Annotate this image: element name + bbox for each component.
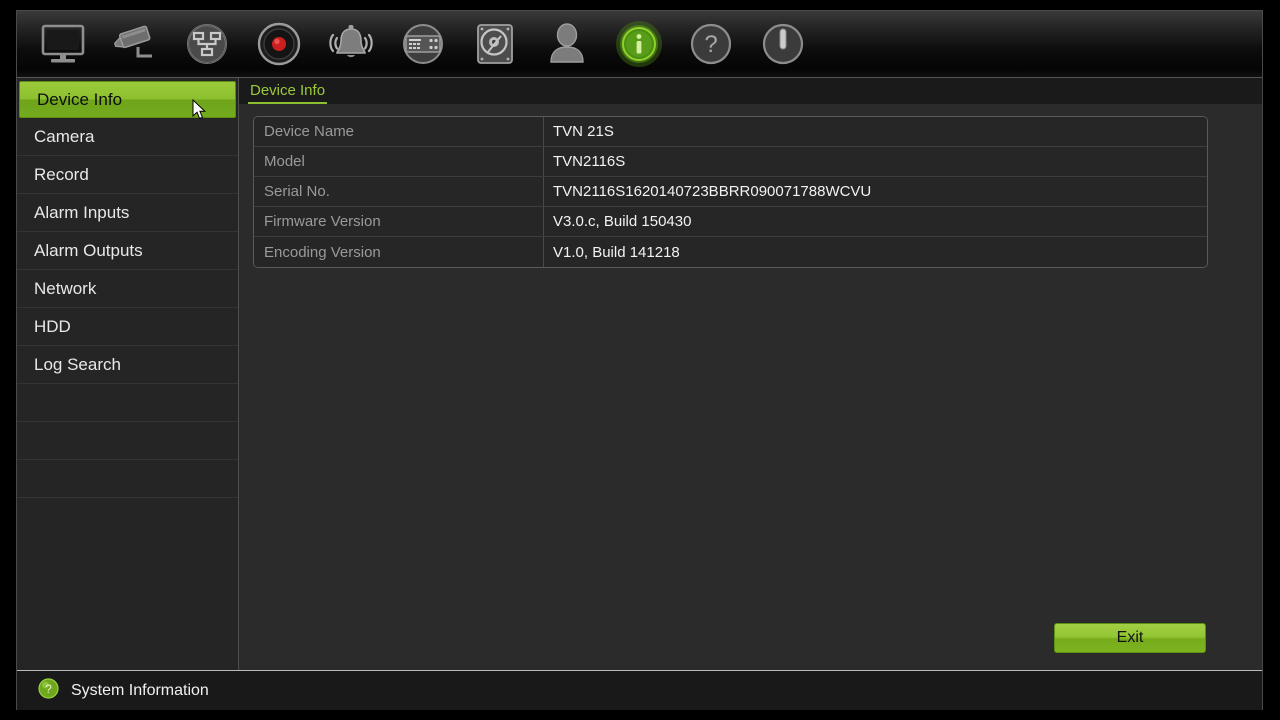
network-icon[interactable]	[179, 17, 234, 72]
sidebar-empty-row	[17, 422, 238, 460]
exit-button[interactable]: Exit	[1054, 623, 1206, 653]
sidebar-item-alarm-outputs[interactable]: Alarm Outputs	[17, 232, 238, 270]
exit-button-wrapper: Exit	[1054, 623, 1206, 653]
sidebar-item-label: HDD	[34, 316, 71, 336]
sidebar-item-label: Camera	[34, 126, 95, 146]
sidebar-item-log-search[interactable]: Log Search	[17, 346, 238, 384]
device-info-table: Device Name TVN 21S Model TVN2116S Seria…	[253, 116, 1208, 268]
row-value: TVN2116S	[553, 153, 626, 170]
row-label: Encoding Version	[254, 237, 544, 267]
table-row: Firmware Version V3.0.c, Build 150430	[254, 207, 1207, 237]
window-body: Device Info Camera Record Alarm Inputs A…	[17, 78, 1262, 670]
row-label: Firmware Version	[254, 207, 544, 236]
sidebar-item-label: Device Info	[37, 89, 123, 109]
power-icon[interactable]	[755, 17, 810, 72]
svg-text:?: ?	[704, 31, 717, 58]
row-value: TVN2116S1620140723BBRR090071788WCVU	[553, 183, 872, 200]
row-value: TVN 21S	[553, 123, 614, 140]
sidebar-item-camera[interactable]: Camera	[17, 118, 238, 156]
sidebar-item-hdd[interactable]: HDD	[17, 308, 238, 346]
table-row: Encoding Version V1.0, Build 141218	[254, 237, 1207, 267]
sidebar-empty-row	[17, 384, 238, 422]
sidebar-item-label: Network	[34, 278, 97, 298]
record-icon[interactable]	[251, 17, 306, 72]
tab-device-info[interactable]: Device Info	[248, 82, 328, 104]
camera-icon[interactable]	[107, 17, 162, 72]
info-icon[interactable]	[611, 17, 666, 72]
sidebar-item-label: Alarm Outputs	[34, 240, 143, 260]
main-toolbar: ?	[17, 11, 1262, 78]
row-label: Serial No.	[254, 177, 544, 206]
sidebar: Device Info Camera Record Alarm Inputs A…	[17, 78, 239, 670]
row-label: Device Name	[254, 117, 544, 146]
row-label: Model	[254, 147, 544, 176]
sidebar-item-record[interactable]: Record	[17, 156, 238, 194]
display-icon[interactable]	[35, 17, 90, 72]
status-bar: ? System Information	[17, 670, 1262, 710]
help-status-icon[interactable]: ?	[38, 677, 59, 704]
sidebar-item-label: Alarm Inputs	[34, 202, 130, 222]
device-info-window: ? Device Info Camera Record Alarm Inputs…	[16, 10, 1263, 710]
table-row: Model TVN2116S	[254, 147, 1207, 177]
tab-bar: Device Info	[239, 78, 1262, 104]
content-area: Device Info Device Name TVN 21S Model TV…	[239, 78, 1262, 670]
help-icon[interactable]: ?	[683, 17, 738, 72]
table-row: Device Name TVN 21S	[254, 117, 1207, 147]
row-value: V3.0.c, Build 150430	[553, 213, 692, 230]
sidebar-item-label: Record	[34, 164, 89, 184]
sidebar-empty-row	[17, 460, 238, 498]
hdd-icon[interactable]	[467, 17, 522, 72]
sidebar-item-device-info[interactable]: Device Info	[19, 81, 236, 120]
table-row: Serial No. TVN2116S1620140723BBRR0900717…	[254, 177, 1207, 207]
user-icon[interactable]	[539, 17, 594, 72]
sidebar-item-label: Log Search	[34, 354, 121, 374]
sidebar-item-network[interactable]: Network	[17, 270, 238, 308]
status-bar-text: System Information	[71, 681, 209, 699]
mouse-cursor-icon	[192, 98, 207, 120]
alarm-bell-icon[interactable]	[323, 17, 378, 72]
row-value: V1.0, Build 141218	[553, 243, 680, 261]
sidebar-item-alarm-inputs[interactable]: Alarm Inputs	[17, 194, 238, 232]
svg-text:?: ?	[45, 682, 52, 696]
device-info-panel: Device Name TVN 21S Model TVN2116S Seria…	[239, 104, 1262, 670]
device-panel-icon[interactable]	[395, 17, 450, 72]
